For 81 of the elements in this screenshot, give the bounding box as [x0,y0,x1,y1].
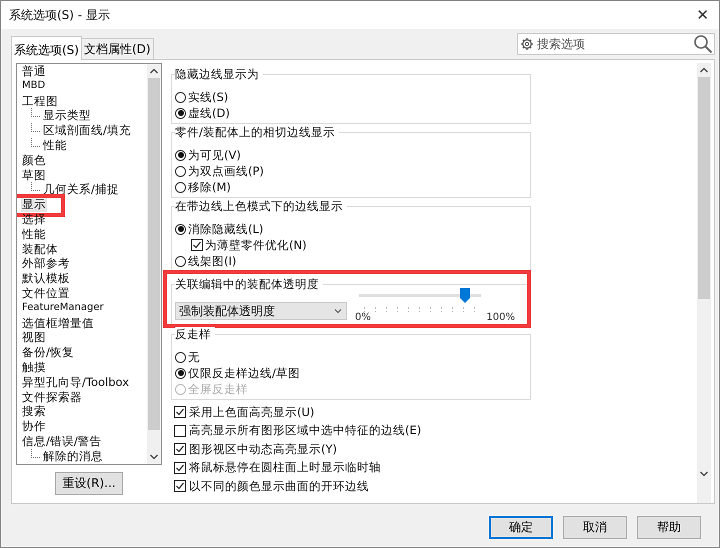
reset-button[interactable]: 重设(R)... [55,472,123,495]
group-title: 关联编辑中的装配体透明度 [175,277,323,292]
option-label: 为薄壁零件优化(N) [205,237,307,253]
chevron-down-icon [333,306,343,316]
option-label: 为可见(V) [188,147,241,163]
checkbox[interactable] [174,424,186,437]
dialog-button[interactable]: 确定 [489,516,553,539]
tree-item[interactable]: 外部参考 [21,256,71,272]
scrollbar-thumb[interactable] [698,77,710,299]
radio-button[interactable] [175,182,186,192]
option-label: 以不同的颜色显示曲面的开环边线 [189,478,369,494]
tree-item[interactable]: 协作 [21,419,47,434]
option-label: 将鼠标悬停在圆柱面上时显示临时轴 [189,460,381,476]
gear-icon [520,37,534,51]
option-label: 高亮显示所有图形区域中选中特征的边线(E) [189,423,422,438]
radio-button[interactable] [175,92,186,102]
search-field[interactable]: 搜索选项 [517,33,715,55]
window-title: 系统选项(S) - 显示 [9,6,110,24]
radio-button[interactable] [175,108,186,118]
group-title: 在带边线上色模式下的边线显示 [175,199,347,214]
slider-max-label: 100% [486,312,515,323]
tree-item[interactable]: 文件位置 [21,286,71,301]
tree-item[interactable]: 文件探索器 [21,390,83,404]
tree-item[interactable]: 解除的消息 [42,448,104,464]
checkbox[interactable] [191,239,203,251]
tree-item[interactable]: 信息/错误/警告 [21,434,103,449]
option-label: 仅限反走样边线/草图 [188,365,300,381]
radio-button[interactable] [175,368,186,378]
option-label: 图形视区中动态高亮显示(Y) [189,442,337,457]
option-label: 无 [188,349,200,365]
tree-item[interactable]: 显示 [21,197,47,212]
tree-item[interactable]: 性能 [42,138,68,153]
group-title: 隐藏边线显示为 [175,67,263,82]
group-title: 反走样 [175,327,215,342]
dialog-button[interactable]: 取消 [563,516,627,539]
option-label: 虚线(D) [188,105,230,121]
radio-button[interactable] [175,256,186,266]
tree-item[interactable]: 选值框增量值 [21,316,95,330]
checkbox[interactable] [174,462,186,474]
checkbox[interactable] [174,480,186,492]
slider-min-label: 0% [355,312,371,323]
tree-item[interactable]: 颜色 [21,152,47,168]
radio-button[interactable] [175,224,186,234]
tree-item[interactable]: 草图 [21,168,47,182]
dialog-button[interactable]: 帮助 [637,516,701,539]
tree-item[interactable]: MBD [21,78,46,94]
tree-item[interactable]: 搜索 [21,404,47,420]
tree-item[interactable]: 视图 [21,330,47,346]
dropdown[interactable]: 强制装配体透明度 [175,302,347,320]
tree-item[interactable]: 普通 [21,64,47,79]
tree-item[interactable]: 性能 [21,226,47,242]
option-label: 消除隐藏线(L) [188,221,264,237]
tab[interactable]: 系统选项(S) [11,36,82,60]
option-label: 全屏反走样 [188,381,248,397]
option-label: 线架图(I) [188,253,236,269]
radio-button[interactable] [175,166,186,176]
checkbox[interactable] [174,406,186,418]
group-title: 零件/装配体上的相切边线显示 [175,125,339,140]
search-icon [693,34,713,54]
tree-item[interactable]: 默认模板 [21,271,71,286]
transparency-slider[interactable] [359,288,481,304]
scrollbar-thumb[interactable] [148,78,160,430]
option-label: 为双点画线(P) [188,163,264,179]
checkbox[interactable] [174,443,186,456]
tree-item[interactable]: 显示类型 [42,108,92,124]
tree-item[interactable]: 触摸 [21,360,47,375]
radio-button[interactable] [175,150,186,160]
tree-item[interactable]: 区域剖面线/填充 [42,123,132,138]
tree-item[interactable]: 工程图 [21,94,59,108]
tree-item[interactable]: 几何关系/捕捉 [42,182,120,198]
radio-button[interactable] [175,352,186,362]
close-button[interactable]: ✕ [696,6,709,24]
tree-item[interactable]: FeatureManager [21,300,105,316]
slider-thumb[interactable] [460,288,470,303]
tree-item[interactable]: 异型孔向导/Toolbox [21,374,130,390]
tree-item[interactable]: 装配体 [21,242,59,256]
tab[interactable]: 文档属性(D) [80,38,154,59]
option-label: 移除(M) [188,179,231,195]
option-label: 采用上色面高亮显示(U) [189,404,314,420]
tree-item[interactable]: 备份/恢复 [21,345,75,360]
option-label: 实线(S) [188,89,228,105]
